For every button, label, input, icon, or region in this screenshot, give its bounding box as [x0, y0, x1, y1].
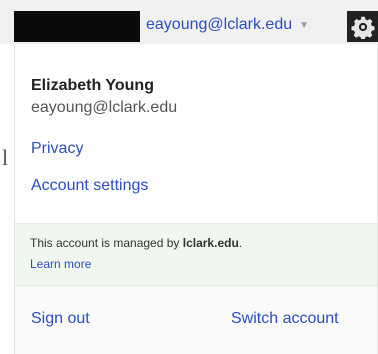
managed-account-prefix: This account is managed by	[30, 236, 183, 250]
top-account-email[interactable]: eayoung@lclark.edu	[146, 16, 292, 34]
background-page-text-fragment: l	[2, 145, 9, 170]
managed-account-text: This account is managed by lclark.edu.	[30, 236, 242, 250]
account-menu-panel: Elizabeth Young eayoung@lclark.edu Priva…	[14, 44, 378, 354]
top-account-bar: eayoung@lclark.edu ▼	[0, 0, 378, 44]
account-dropdown-trigger[interactable]: eayoung@lclark.edu ▼	[146, 12, 309, 38]
profile-name: Elizabeth Young	[31, 77, 154, 94]
settings-button[interactable]	[347, 11, 378, 42]
managed-account-suffix: .	[238, 236, 243, 250]
learn-more-link[interactable]: Learn more	[30, 257, 91, 271]
profile-email: eayoung@lclark.edu	[31, 99, 178, 116]
managed-account-domain: lclark.edu	[182, 236, 239, 250]
chevron-down-icon[interactable]: ▼	[299, 21, 309, 31]
gmail-account-dropdown-screenshot: eayoung@lclark.edu ▼ l Elizabeth Young e…	[0, 0, 378, 354]
sign-out-link[interactable]: Sign out	[31, 310, 90, 328]
managed-account-notice: This account is managed by lclark.edu. L…	[15, 223, 377, 286]
redacted-area	[14, 11, 140, 42]
privacy-link[interactable]: Privacy	[31, 140, 83, 158]
account-menu-footer: Sign out Switch account	[15, 286, 377, 354]
switch-account-link[interactable]: Switch account	[231, 310, 339, 328]
gear-icon[interactable]	[350, 15, 375, 39]
account-settings-link[interactable]: Account settings	[31, 177, 148, 195]
